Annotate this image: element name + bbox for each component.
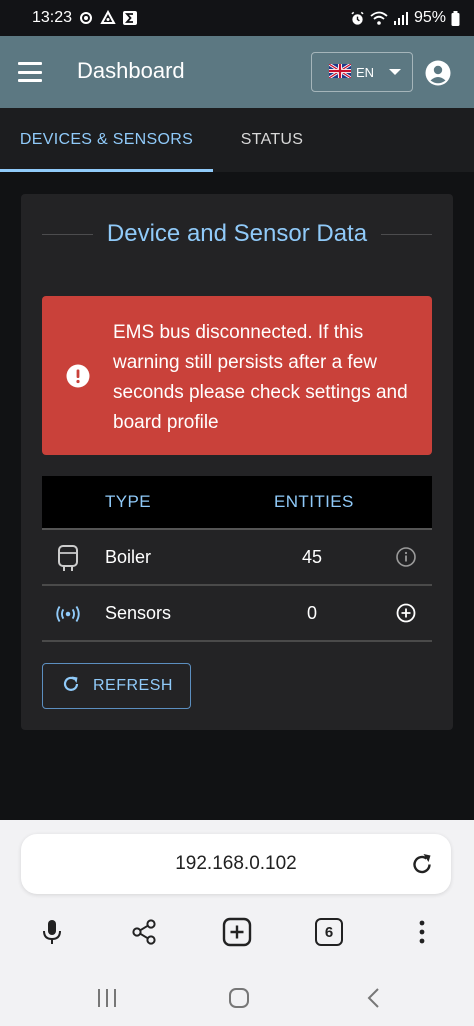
language-label: EN bbox=[356, 64, 375, 80]
sensors-icon bbox=[54, 600, 82, 628]
url-text[interactable]: 192.168.0.102 bbox=[21, 834, 451, 894]
boiler-icon bbox=[54, 544, 82, 572]
add-circle-icon[interactable] bbox=[395, 602, 417, 624]
account-circle-icon[interactable] bbox=[425, 60, 451, 91]
row-entity-count: 45 bbox=[301, 546, 323, 567]
info-icon[interactable] bbox=[395, 546, 417, 568]
alarm-icon bbox=[350, 11, 365, 26]
row-entity-count: 0 bbox=[306, 602, 317, 623]
refresh-label: REFRESH bbox=[93, 677, 173, 694]
system-nav-bar bbox=[0, 976, 474, 1026]
settings-notification-icon bbox=[78, 10, 94, 26]
status-bar: 13:23 95% bbox=[0, 0, 474, 36]
recents-icon[interactable] bbox=[89, 980, 125, 1016]
table-header: TYPE ENTITIES bbox=[42, 476, 432, 530]
tab-count-icon[interactable]: 6 bbox=[309, 912, 349, 952]
alert-message: EMS bus disconnected. If this warning st… bbox=[113, 322, 408, 433]
new-tab-icon[interactable] bbox=[217, 912, 257, 952]
tab-bar: DEVICES & SENSORS STATUS bbox=[0, 108, 474, 172]
browser-chrome: 192.168.0.102 6 bbox=[0, 820, 474, 1026]
column-header-type: TYPE bbox=[105, 492, 152, 511]
battery-icon bbox=[451, 10, 460, 26]
home-icon[interactable] bbox=[221, 980, 257, 1016]
tab-status[interactable]: STATUS bbox=[213, 108, 331, 172]
share-icon[interactable] bbox=[124, 912, 164, 952]
refresh-button[interactable]: REFRESH bbox=[42, 663, 191, 709]
microphone-icon[interactable] bbox=[32, 912, 72, 952]
address-bar[interactable]: 192.168.0.102 bbox=[21, 834, 451, 894]
error-icon bbox=[66, 364, 90, 393]
wifi-icon bbox=[370, 11, 388, 26]
language-select[interactable]: EN bbox=[311, 52, 413, 92]
dropdown-caret-icon bbox=[389, 69, 402, 75]
triangle-app-icon bbox=[100, 10, 116, 26]
reload-icon[interactable] bbox=[410, 852, 434, 881]
signal-icon bbox=[393, 11, 409, 25]
card-heading: Device and Sensor Data bbox=[21, 218, 453, 250]
table-row-sensors[interactable]: Sensors 0 bbox=[42, 586, 432, 642]
tab-devices-sensors[interactable]: DEVICES & SENSORS bbox=[0, 108, 213, 172]
status-time: 13:23 bbox=[32, 9, 73, 26]
page-title: Dashboard bbox=[77, 58, 185, 83]
row-type-name: Boiler bbox=[105, 546, 152, 567]
app-bar: Dashboard EN bbox=[0, 36, 474, 108]
uk-flag-icon bbox=[328, 62, 352, 81]
browser-toolbar: 6 bbox=[0, 912, 474, 956]
heading-divider-left bbox=[42, 233, 93, 235]
table-row-boiler[interactable]: Boiler 45 bbox=[42, 530, 432, 586]
heading-divider-right bbox=[381, 233, 432, 235]
card-title: Device and Sensor Data bbox=[106, 220, 368, 247]
more-vert-icon[interactable] bbox=[402, 912, 442, 952]
menu-icon[interactable] bbox=[18, 62, 42, 82]
battery-percent: 95% bbox=[413, 9, 446, 26]
row-type-name: Sensors bbox=[105, 602, 172, 623]
back-icon[interactable] bbox=[355, 980, 391, 1016]
device-sensor-card: Device and Sensor Data EMS bus disconnec… bbox=[21, 194, 453, 730]
error-alert: EMS bus disconnected. If this warning st… bbox=[42, 296, 432, 455]
column-header-entities: ENTITIES bbox=[274, 492, 354, 511]
tab-count: 6 bbox=[315, 918, 343, 946]
sigma-app-icon bbox=[122, 10, 138, 26]
active-tab-indicator bbox=[0, 169, 213, 172]
refresh-icon bbox=[61, 674, 81, 699]
device-table: TYPE ENTITIES Boiler 45 Sensors 0 bbox=[42, 476, 432, 642]
